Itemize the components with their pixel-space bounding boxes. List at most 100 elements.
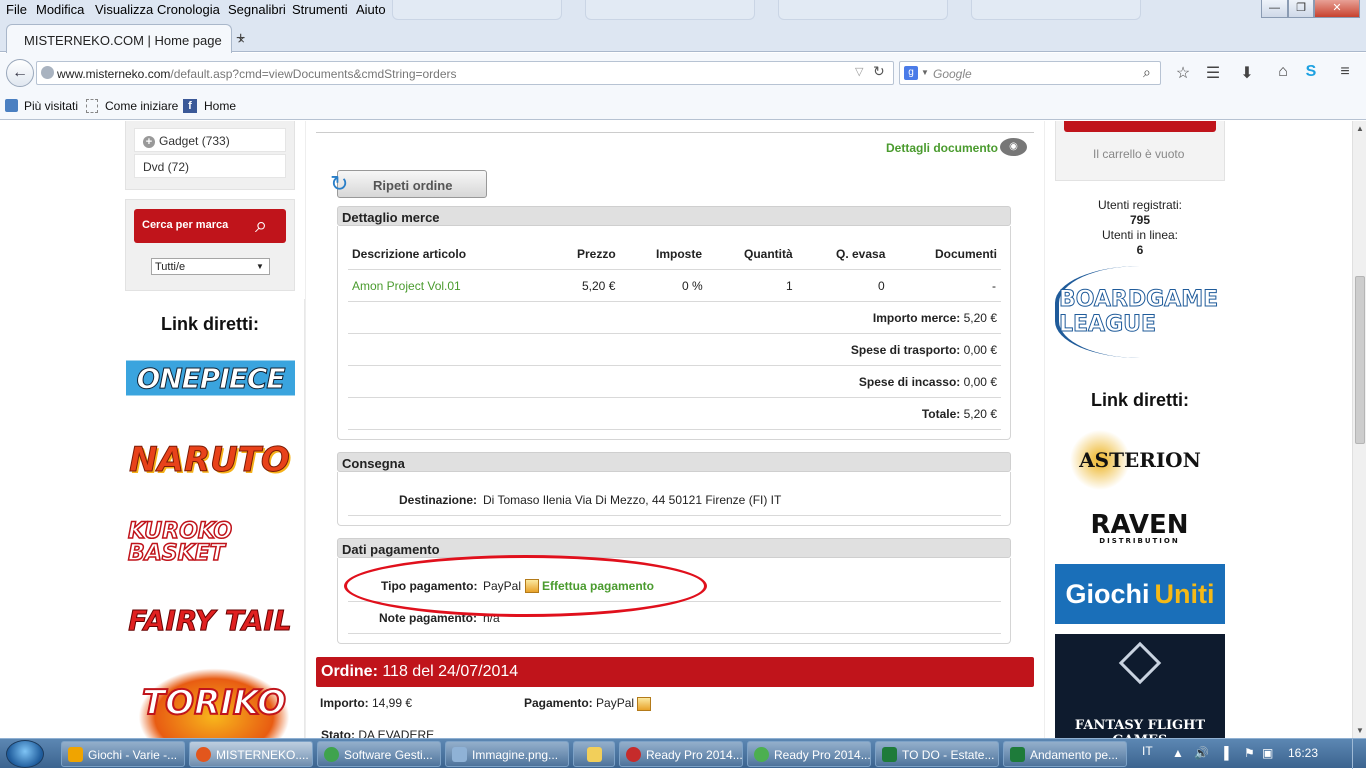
fairy-tail-logo[interactable]: FAIRY TAIL bbox=[126, 592, 294, 648]
app-icon bbox=[68, 747, 83, 762]
scroll-up-icon[interactable]: ▲ bbox=[1356, 124, 1364, 133]
taskbar-item[interactable]: Andamento pe... bbox=[1003, 741, 1127, 767]
chevron-down-icon[interactable]: ▼ bbox=[921, 68, 929, 77]
taskbar-item[interactable] bbox=[573, 741, 615, 767]
vertical-scrollbar[interactable]: ▲ ▼ bbox=[1352, 121, 1366, 738]
kuroko-basket-logo[interactable]: KUROKO BASKET bbox=[127, 514, 290, 572]
menu-segnalibri[interactable]: Segnalibri bbox=[228, 2, 286, 17]
destination-value: Di Tomaso Ilenia Via Di Mezzo, 44 50121 … bbox=[483, 493, 782, 507]
folder-icon bbox=[587, 747, 602, 762]
menu-aiuto[interactable]: Aiuto bbox=[356, 2, 386, 17]
raven-distribution-logo[interactable]: RAVEN DISTRIBUTION bbox=[1056, 510, 1223, 546]
next-order-payment: Pagamento: PayPal bbox=[524, 696, 635, 710]
onepiece-logo[interactable]: ONEPIECE bbox=[126, 349, 295, 407]
paint-icon bbox=[452, 747, 467, 762]
user-stats: Utenti registrati: 795 Utenti in linea: … bbox=[1097, 198, 1183, 257]
maximize-button[interactable]: ❐ bbox=[1288, 0, 1314, 18]
tab-strip: MISTERNEKO.COM | Home page × + bbox=[0, 20, 1366, 53]
minimize-button[interactable]: — bbox=[1261, 0, 1288, 18]
menu-visualizza[interactable]: Visualizza bbox=[95, 2, 153, 17]
scrollbar-thumb[interactable] bbox=[1355, 276, 1365, 444]
taskbar-item[interactable]: Ready Pro 2014... bbox=[747, 741, 871, 767]
taskbar-item[interactable]: TO DO - Estate... bbox=[875, 741, 999, 767]
background-tab[interactable] bbox=[971, 0, 1141, 20]
item-shipped-quantity: 0 bbox=[878, 279, 885, 293]
repeat-order-button[interactable]: Ripeti ordine bbox=[337, 170, 487, 198]
close-window-button[interactable]: ✕ bbox=[1314, 0, 1360, 18]
category-dvd[interactable]: Dvd (72) bbox=[134, 154, 286, 178]
brand-search-button[interactable]: Cerca per marca ⌕ bbox=[134, 209, 286, 243]
taskbar-item[interactable]: Software Gesti... bbox=[317, 741, 441, 767]
show-hidden-icons-icon[interactable]: ▲ bbox=[1172, 746, 1184, 760]
excel-icon bbox=[882, 747, 897, 762]
column-header: Descrizione articolo bbox=[352, 247, 467, 261]
next-order-amount: Importo: 14,99 € bbox=[320, 696, 413, 710]
start-button[interactable] bbox=[6, 740, 44, 768]
item-description-link[interactable]: Amon Project Vol.01 bbox=[352, 279, 461, 293]
search-input[interactable]: g ▼ Google ⌕ bbox=[899, 61, 1161, 85]
delivery-section-header: Consegna bbox=[337, 452, 1011, 472]
clock[interactable]: 16:23 bbox=[1288, 746, 1318, 760]
volume-icon[interactable]: 🔊 bbox=[1194, 746, 1209, 760]
next-order-header[interactable]: Ordine: 118 del 24/07/2014 bbox=[316, 657, 1034, 687]
globe-icon bbox=[41, 66, 54, 79]
star-bookmark-icon[interactable]: ☆ bbox=[1173, 63, 1193, 83]
bookmark-home[interactable]: Home bbox=[204, 99, 236, 113]
fantasy-flight-games-logo[interactable]: FANTASY FLIGHT GAMES bbox=[1055, 634, 1225, 738]
eye-icon[interactable]: ◉ bbox=[1000, 138, 1027, 156]
category-gadget[interactable]: + Gadget (733) bbox=[134, 128, 286, 152]
taskbar-item[interactable]: Immagine.png... bbox=[445, 741, 569, 767]
plus-icon: + bbox=[143, 136, 155, 148]
magnifier-icon[interactable]: ⌕ bbox=[1143, 64, 1151, 81]
brand-select[interactable]: Tutti/e ▼ bbox=[151, 258, 270, 275]
menu-file[interactable]: File bbox=[6, 2, 27, 17]
menu-icon[interactable]: ≡ bbox=[1335, 63, 1355, 81]
divider bbox=[348, 301, 1001, 302]
details-document-link[interactable]: Dettagli documento bbox=[886, 141, 998, 155]
boardgame-league-logo[interactable]: BOARDGAME LEAGUE bbox=[1055, 266, 1225, 358]
divider bbox=[348, 633, 1001, 634]
menu-modifica[interactable]: Modifica bbox=[36, 2, 84, 17]
taskbar-item-active[interactable]: MISTERNEKO.... bbox=[189, 741, 313, 767]
bookmark-piu-visitati[interactable]: Più visitati bbox=[24, 99, 78, 113]
tray-app-icon[interactable]: ▣ bbox=[1262, 746, 1273, 760]
menu-cronologia[interactable]: Cronologia bbox=[157, 2, 220, 17]
back-button[interactable]: ← bbox=[6, 59, 34, 87]
download-icon[interactable]: ⬇ bbox=[1237, 63, 1257, 83]
taskbar-item[interactable]: Giochi - Varie -... bbox=[61, 741, 185, 767]
background-tab[interactable] bbox=[778, 0, 948, 20]
background-tab[interactable] bbox=[392, 0, 562, 20]
taskbar-item[interactable]: Ready Pro 2014... bbox=[619, 741, 743, 767]
naruto-logo[interactable]: NARUTO bbox=[128, 425, 291, 495]
reload-icon[interactable]: ↻ bbox=[873, 63, 885, 80]
cart-empty-text: Il carrello è vuoto bbox=[1093, 147, 1185, 161]
dropdown-arrow-icon[interactable]: ▽ bbox=[855, 65, 863, 78]
tab-active[interactable]: MISTERNEKO.COM | Home page × bbox=[6, 24, 245, 53]
url-bar[interactable]: www.misterneko.com/default.asp?cmd=viewD… bbox=[36, 61, 894, 85]
divider bbox=[348, 429, 1001, 430]
links-title-right: Link diretti: bbox=[1091, 390, 1189, 410]
bookmark-come-iniziare[interactable]: Come iniziare bbox=[105, 99, 178, 113]
show-desktop-button[interactable] bbox=[1352, 739, 1366, 769]
menu-strumenti[interactable]: Strumenti bbox=[292, 2, 348, 17]
flag-icon[interactable]: ⚑ bbox=[1244, 746, 1255, 760]
column-header: Q. evasa bbox=[836, 247, 886, 261]
page-icon bbox=[86, 99, 98, 113]
cart-button[interactable] bbox=[1064, 121, 1216, 132]
item-quantity: 1 bbox=[786, 279, 793, 293]
network-icon[interactable]: ▐ bbox=[1220, 746, 1229, 760]
language-indicator[interactable]: IT bbox=[1142, 744, 1153, 758]
skype-icon[interactable]: S bbox=[1301, 63, 1321, 81]
bookmarks-list-icon[interactable]: ☰ bbox=[1203, 63, 1223, 83]
divider bbox=[348, 269, 1001, 270]
new-tab-button[interactable]: + bbox=[236, 30, 245, 48]
scroll-down-icon[interactable]: ▼ bbox=[1356, 726, 1364, 735]
chevron-down-icon: ▼ bbox=[256, 262, 264, 271]
home-icon[interactable]: ⌂ bbox=[1273, 63, 1293, 81]
asterion-logo[interactable]: ASTERION bbox=[1060, 425, 1220, 495]
giochi-uniti-logo[interactable]: Giochi Uniti bbox=[1055, 564, 1225, 624]
divider bbox=[348, 333, 1001, 334]
toriko-logo[interactable]: TORIKO bbox=[138, 668, 290, 738]
background-tab[interactable] bbox=[585, 0, 755, 20]
search-placeholder: Google bbox=[933, 67, 972, 81]
